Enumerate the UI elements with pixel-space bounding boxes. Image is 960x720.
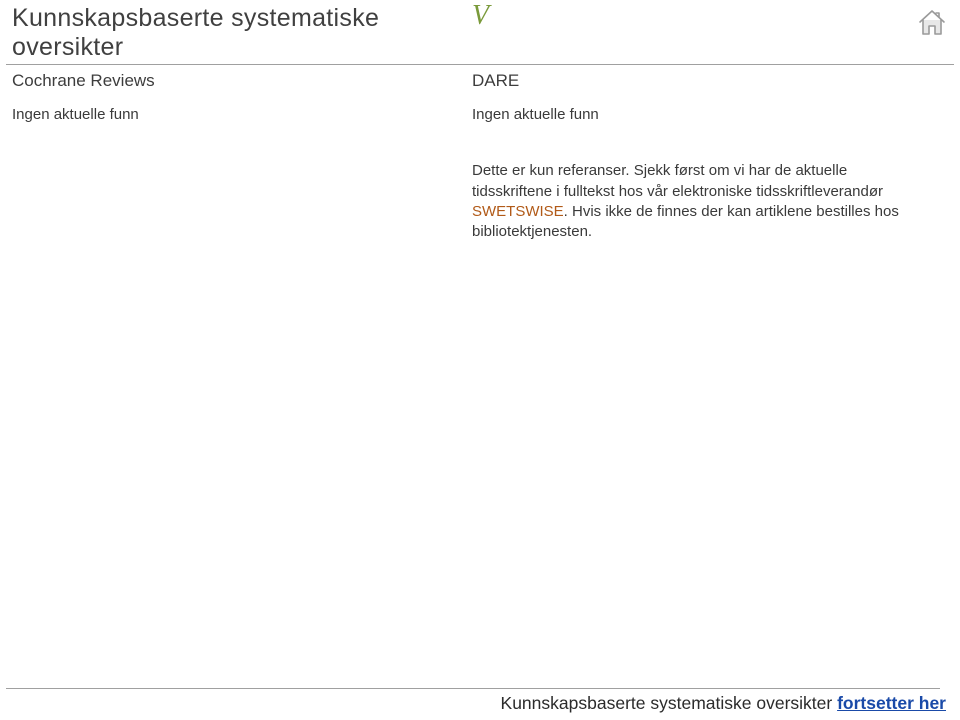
column-right-body: Ingen aktuelle funn bbox=[472, 105, 932, 125]
page-title: Kunnskapsbaserte systematiske oversikter bbox=[12, 4, 472, 62]
footer-continue-link[interactable]: fortsetter her bbox=[837, 693, 946, 713]
column-right: DARE Ingen aktuelle funn Dette er kun re… bbox=[472, 71, 932, 242]
header-row: Kunnskapsbaserte systematiske oversikter… bbox=[0, 0, 960, 64]
column-left-body: Ingen aktuelle funn bbox=[12, 105, 472, 125]
column-right-heading: DARE bbox=[472, 71, 932, 91]
column-left: Cochrane Reviews Ingen aktuelle funn bbox=[12, 71, 472, 242]
footer-divider bbox=[6, 688, 940, 689]
reference-note: Dette er kun referanser. Sjekk først om … bbox=[472, 161, 932, 242]
reference-note-pre: Dette er kun referanser. Sjekk først om … bbox=[472, 162, 883, 199]
footer-text: Kunnskapsbaserte systematiske oversikter… bbox=[501, 693, 946, 713]
column-left-heading: Cochrane Reviews bbox=[12, 71, 472, 91]
swetswise-link[interactable]: SWETSWISE bbox=[472, 203, 564, 220]
footer: Kunnskapsbaserte systematiske oversikter… bbox=[0, 688, 960, 720]
footer-label: Kunnskapsbaserte systematiske oversikter bbox=[501, 693, 838, 713]
content-columns: Cochrane Reviews Ingen aktuelle funn DAR… bbox=[0, 65, 960, 242]
home-icon[interactable] bbox=[914, 4, 950, 40]
checkmark-icon: V bbox=[472, 2, 489, 30]
